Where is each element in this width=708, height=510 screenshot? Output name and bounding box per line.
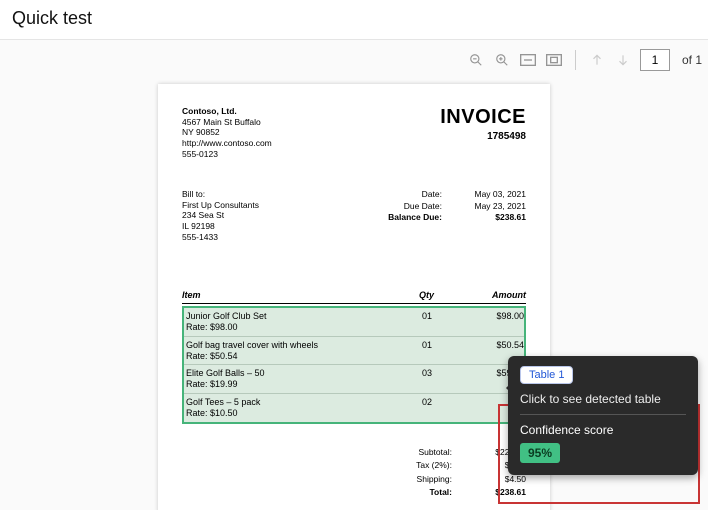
balance-due-label: Balance Due: xyxy=(370,212,442,223)
company-address-1: 4567 Main St Buffalo xyxy=(182,117,272,128)
table-row: Golf Tees – 5 packRate: $10.50 02 $21 xyxy=(184,394,524,422)
balance-due-value: $238.61 xyxy=(462,212,526,223)
toolbar-separator xyxy=(575,50,576,70)
table-badge[interactable]: Table 1 xyxy=(520,366,573,384)
shipping-label: Shipping: xyxy=(392,473,452,487)
company-url: http://www.contoso.com xyxy=(182,138,272,149)
bill-to-addr1: 234 Sea St xyxy=(182,210,259,221)
item-rate: Rate: $98.00 xyxy=(186,322,382,333)
item-qty: 03 xyxy=(382,368,452,390)
viewer-toolbar: of 1 xyxy=(467,46,702,74)
item-name: Junior Golf Club Set xyxy=(186,311,267,321)
col-header-amount: Amount xyxy=(454,290,526,300)
tooltip-divider xyxy=(520,414,686,415)
col-header-item: Item xyxy=(182,290,384,300)
item-rate: Rate: $19.99 xyxy=(186,379,382,390)
company-block: Contoso, Ltd. 4567 Main St Buffalo NY 90… xyxy=(182,106,272,159)
page-title: Quick test xyxy=(0,0,708,39)
invoice-number: 1785498 xyxy=(440,131,526,142)
company-name: Contoso, Ltd. xyxy=(182,106,272,117)
tax-label: Tax (2%): xyxy=(392,459,452,473)
item-rate: Rate: $10.50 xyxy=(186,408,382,419)
detected-table-region[interactable]: Junior Golf Club SetRate: $98.00 01 $98.… xyxy=(182,306,526,423)
date-label: Date: xyxy=(370,189,442,200)
company-phone: 555-0123 xyxy=(182,149,272,160)
subtotal-label: Subtotal: xyxy=(392,446,452,460)
invoice-title: INVOICE xyxy=(440,106,526,129)
item-qty: 02 xyxy=(382,397,452,419)
item-qty: 01 xyxy=(382,311,452,333)
total-value: $238.61 xyxy=(472,486,526,500)
bill-to-name: First Up Consultants xyxy=(182,200,259,211)
zoom-out-icon[interactable] xyxy=(467,51,485,69)
invoice-info: Date:May 03, 2021 Due Date:May 23, 2021 … xyxy=(370,189,526,242)
item-amount: $98.00 xyxy=(452,311,524,333)
item-name: Golf Tees – 5 pack xyxy=(186,397,260,407)
bill-to-block: Bill to: First Up Consultants 234 Sea St… xyxy=(182,189,259,242)
due-date-value: May 23, 2021 xyxy=(462,201,526,212)
bill-to-phone: 555-1433 xyxy=(182,232,259,243)
page-total: 1 xyxy=(695,53,702,67)
table-row: Elite Golf Balls – 50Rate: $19.99 03 $59… xyxy=(184,365,524,394)
invoice-document: Contoso, Ltd. 4567 Main St Buffalo NY 90… xyxy=(158,84,550,510)
prev-page-icon xyxy=(588,51,606,69)
due-date-label: Due Date: xyxy=(370,201,442,212)
table-row: Junior Golf Club SetRate: $98.00 01 $98.… xyxy=(184,308,524,337)
page-count-label: of 1 xyxy=(682,53,702,67)
item-name: Golf bag travel cover with wheels xyxy=(186,340,318,350)
bill-to-label: Bill to: xyxy=(182,189,259,200)
items-section: Item Qty Amount Junior Golf Club SetRate… xyxy=(182,290,526,423)
confidence-label: Confidence score xyxy=(520,423,686,437)
confidence-value: 95% xyxy=(520,443,560,463)
table-tooltip: Table 1 Click to see detected table Conf… xyxy=(508,356,698,475)
next-page-icon xyxy=(614,51,632,69)
zoom-in-icon[interactable] xyxy=(493,51,511,69)
page-of-prefix: of xyxy=(682,53,692,67)
totals-block: Subtotal:$229.51 Tax (2%):$4.60 Shipping… xyxy=(182,446,526,500)
item-rate: Rate: $50.54 xyxy=(186,351,382,362)
fit-page-icon[interactable] xyxy=(545,51,563,69)
bill-to-addr2: IL 92198 xyxy=(182,221,259,232)
total-label: Total: xyxy=(392,486,452,500)
col-header-qty: Qty xyxy=(384,290,454,300)
item-qty: 01 xyxy=(382,340,452,362)
item-name: Elite Golf Balls – 50 xyxy=(186,368,265,378)
fit-width-icon[interactable] xyxy=(519,51,537,69)
date-value: May 03, 2021 xyxy=(462,189,526,200)
document-viewer: of 1 Contoso, Ltd. 4567 Main St Buffalo … xyxy=(0,39,708,510)
tooltip-hint: Click to see detected table xyxy=(520,392,686,414)
table-row: Golf bag travel cover with wheelsRate: $… xyxy=(184,337,524,366)
page-number-input[interactable] xyxy=(640,49,670,71)
company-address-2: NY 90852 xyxy=(182,127,272,138)
